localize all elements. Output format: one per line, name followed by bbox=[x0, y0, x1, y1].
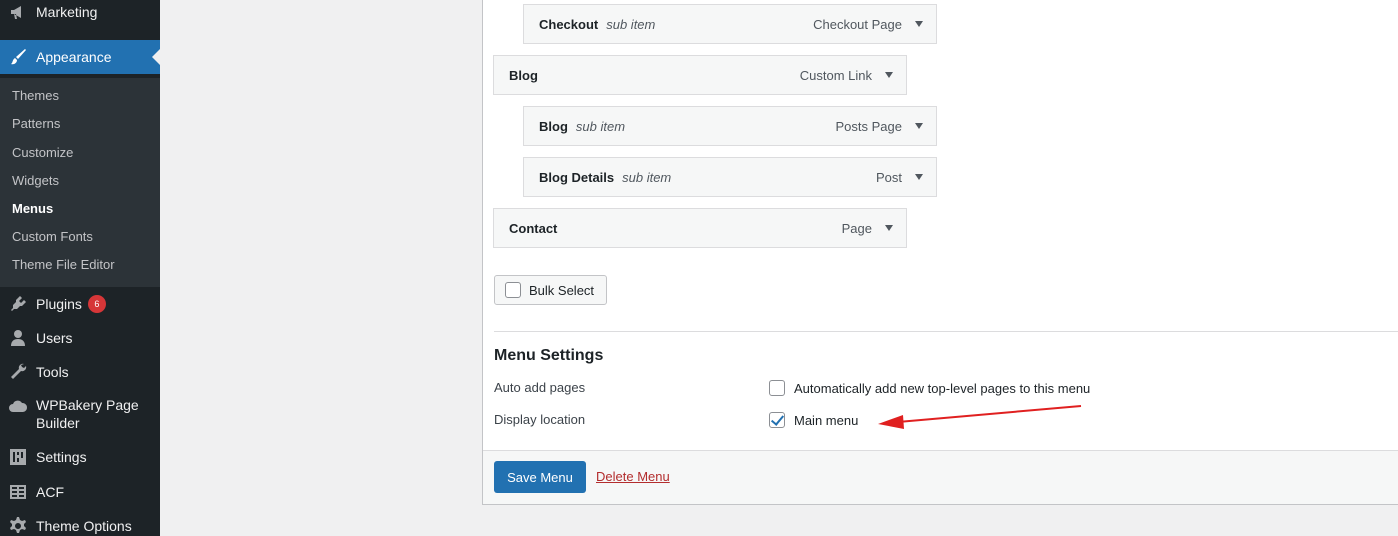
main-menu-checkbox[interactable] bbox=[769, 412, 785, 428]
admin-sidebar: Marketing Appearance Themes Patterns Cus… bbox=[0, 0, 160, 536]
sidebar-item-wpbakery[interactable]: WPBakery Page Builder bbox=[0, 396, 160, 432]
bulk-select-button[interactable]: Bulk Select bbox=[494, 275, 607, 305]
paintbrush-icon bbox=[0, 47, 36, 67]
submenu-menus[interactable]: Menus bbox=[12, 200, 53, 218]
section-divider bbox=[494, 331, 1398, 332]
menu-edit-panel: Checkout sub item Checkout Page Blog Cus… bbox=[482, 0, 1398, 505]
submenu-theme-file-editor[interactable]: Theme File Editor bbox=[12, 256, 115, 274]
sidebar-item-settings[interactable]: Settings bbox=[0, 440, 160, 474]
menu-item-contact[interactable]: Contact Page bbox=[493, 208, 907, 248]
caret-down-icon bbox=[915, 174, 923, 180]
sidebar-item-theme-options[interactable]: Theme Options bbox=[0, 509, 160, 536]
cloud-icon bbox=[0, 396, 36, 417]
plugin-icon bbox=[0, 294, 36, 314]
auto-add-checkbox[interactable] bbox=[769, 380, 785, 396]
sidebar-item-appearance[interactable]: Appearance bbox=[0, 40, 160, 74]
auto-add-option[interactable]: Automatically add new top-level pages to… bbox=[769, 380, 1090, 396]
plugins-update-badge: 6 bbox=[87, 295, 106, 313]
caret-down-icon bbox=[885, 72, 893, 78]
appearance-submenu: Themes Patterns Customize Widgets Menus … bbox=[0, 78, 160, 287]
caret-down-icon bbox=[915, 123, 923, 129]
main-menu-option[interactable]: Main menu bbox=[769, 412, 858, 428]
expand-toggle[interactable] bbox=[872, 225, 906, 231]
sidebar-item-tools[interactable]: Tools bbox=[0, 355, 160, 389]
wrench-icon bbox=[0, 362, 36, 382]
bulk-select-checkbox[interactable] bbox=[505, 282, 521, 298]
menu-footer: Save Menu Delete Menu bbox=[483, 450, 1398, 504]
expand-toggle[interactable] bbox=[902, 174, 936, 180]
auto-add-label: Auto add pages bbox=[494, 380, 586, 395]
sidebar-item-acf[interactable]: ACF bbox=[0, 475, 160, 509]
menu-settings-title: Menu Settings bbox=[494, 347, 604, 364]
grid-icon bbox=[0, 482, 36, 502]
save-menu-button[interactable]: Save Menu bbox=[494, 461, 586, 493]
megaphone-icon bbox=[0, 2, 36, 22]
sidebar-item-users[interactable]: Users bbox=[0, 321, 160, 355]
current-indicator bbox=[152, 49, 160, 65]
caret-down-icon bbox=[885, 225, 893, 231]
expand-toggle[interactable] bbox=[902, 21, 936, 27]
expand-toggle[interactable] bbox=[902, 123, 936, 129]
submenu-widgets[interactable]: Widgets bbox=[12, 172, 59, 190]
menu-item-blog-sub[interactable]: Blog sub item Posts Page bbox=[523, 106, 937, 146]
menu-item-blog[interactable]: Blog Custom Link bbox=[493, 55, 907, 95]
submenu-customize[interactable]: Customize bbox=[12, 144, 73, 162]
main-content: Checkout sub item Checkout Page Blog Cus… bbox=[160, 0, 1398, 536]
expand-toggle[interactable] bbox=[872, 72, 906, 78]
caret-down-icon bbox=[915, 21, 923, 27]
submenu-custom-fonts[interactable]: Custom Fonts bbox=[12, 228, 93, 246]
gear-icon bbox=[0, 516, 36, 536]
menu-item-checkout[interactable]: Checkout sub item Checkout Page bbox=[523, 4, 937, 44]
menu-item-blog-details[interactable]: Blog Details sub item Post bbox=[523, 157, 937, 197]
sidebar-item-marketing[interactable]: Marketing bbox=[0, 0, 160, 29]
user-icon bbox=[0, 328, 36, 348]
submenu-themes[interactable]: Themes bbox=[12, 87, 59, 105]
sliders-icon bbox=[0, 447, 36, 467]
submenu-patterns[interactable]: Patterns bbox=[12, 115, 60, 133]
sidebar-item-plugins[interactable]: Plugins 6 bbox=[0, 287, 160, 321]
delete-menu-link[interactable]: Delete Menu bbox=[596, 469, 670, 484]
display-location-label: Display location bbox=[494, 412, 586, 427]
